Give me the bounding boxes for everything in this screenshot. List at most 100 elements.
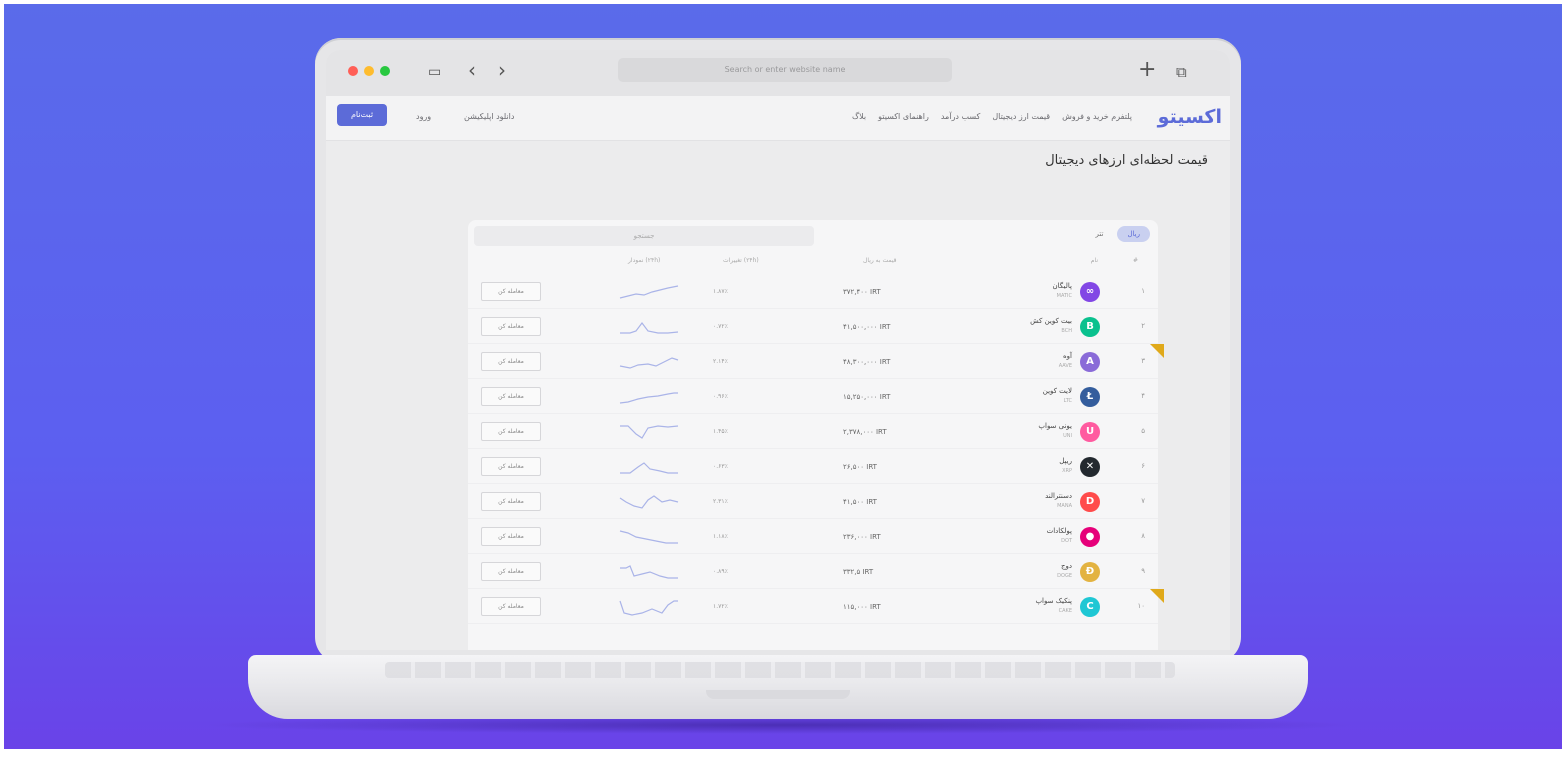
trade-button[interactable]: معامله کن <box>481 527 541 546</box>
site-logo[interactable]: اکسیتو <box>1158 106 1222 128</box>
trade-button[interactable]: معامله کن <box>481 597 541 616</box>
coin-name: لایت کوین <box>1042 387 1072 395</box>
sidebar-icon[interactable]: ▭ <box>428 60 441 84</box>
table-row[interactable]: ۳ A آوه AAVE ۴۸,۳۰۰,۰۰۰ IRT ۲.۱۴٪ معامله… <box>468 344 1164 379</box>
trade-button[interactable]: معامله کن <box>481 562 541 581</box>
trade-button[interactable]: معامله کن <box>481 422 541 441</box>
coin-logo-icon: Ð <box>1080 562 1100 582</box>
row-rank: ۷ <box>1141 497 1145 505</box>
nav-item-guide[interactable]: راهنمای اکسیتو <box>878 112 929 121</box>
coin-change: ۰.۶۳٪ <box>713 463 728 470</box>
coin-symbol: MANA <box>1057 503 1072 509</box>
featured-badge-icon <box>1150 344 1164 358</box>
table-row[interactable]: ۷ D دسنترالند MANA ۴۱,۵۰۰ IRT ۲.۳۱٪ معام… <box>468 486 1158 519</box>
table-row[interactable]: ۴ Ł لایت کوین LTC ۱۵,۲۵۰,۰۰۰ IRT ۰.۹۶٪ م… <box>468 381 1158 414</box>
coin-symbol: CAKE <box>1058 608 1072 614</box>
coin-change: ۱.۴۵٪ <box>713 428 728 435</box>
coin-change: ۱.۷۲٪ <box>713 603 728 610</box>
coin-logo-icon: C <box>1080 597 1100 617</box>
coin-symbol: LTC <box>1063 398 1072 404</box>
coin-price: ۲,۳۷۸,۰۰۰ IRT <box>843 428 887 436</box>
coin-symbol: XRP <box>1062 468 1072 474</box>
table-row[interactable]: ۱ ∞ پالیگان MATIC ۳۷۲,۴۰۰ IRT ۱.۸۷٪ معام… <box>468 276 1158 309</box>
coin-price: ۴۱,۵۰۰ IRT <box>843 498 877 506</box>
coin-logo-icon: U <box>1080 422 1100 442</box>
nav-item-blog[interactable]: بلاگ <box>852 112 866 121</box>
app-download-link[interactable]: دانلود اپلیکیشن <box>464 112 514 121</box>
table-row[interactable]: ۶ ✕ ریپل XRP ۲۶,۵۰۰ IRT ۰.۶۳٪ معامله کن <box>468 451 1158 484</box>
coin-symbol: DOT <box>1061 538 1072 544</box>
table-row[interactable]: ۲ B بیت کوین کش BCH ۴۱,۵۰۰,۰۰۰ IRT ۰.۷۲٪… <box>468 311 1158 344</box>
browser-window: ▭ ‹ › Search or enter website name + ⧉ ا… <box>326 50 1230 650</box>
row-rank: ۴ <box>1141 392 1145 400</box>
sparkline-chart <box>620 322 679 334</box>
nav-item-platform[interactable]: پلتفرم خرید و فروش <box>1062 112 1132 121</box>
trade-button[interactable]: معامله کن <box>481 457 541 476</box>
sparkline-chart <box>619 392 678 404</box>
coin-logo-icon: B <box>1080 317 1100 337</box>
forward-icon[interactable]: › <box>498 58 506 82</box>
tab-usdt[interactable]: تتر <box>1086 226 1114 242</box>
trade-button[interactable]: معامله کن <box>481 352 541 371</box>
coin-name: یونی سواپ <box>1038 422 1072 430</box>
header-chart: نمودار (۲۴h) <box>628 257 661 264</box>
row-rank: ۱ <box>1141 287 1145 295</box>
sparkline-chart <box>619 600 678 616</box>
tab-irr[interactable]: ریال <box>1117 226 1150 242</box>
table-header: # نام قیمت به ریال تغییرات (۲۴h) نمودار … <box>468 257 1158 269</box>
coin-symbol: BCH <box>1061 328 1072 334</box>
login-link[interactable]: ورود <box>416 112 431 121</box>
header-rank: # <box>1132 257 1138 264</box>
coin-logo-icon: ∞ <box>1080 282 1100 302</box>
sparkline-chart <box>619 530 678 544</box>
table-row[interactable]: ۱۰ C پنکیک سواپ CAKE ۱۱۵,۰۰۰ IRT ۱.۷۲٪ م… <box>468 589 1164 624</box>
coin-change: ۰.۸۹٪ <box>713 568 728 575</box>
price-table-card: تتر ریال جستجو # نام قیمت به ریال تغییرا… <box>468 220 1164 650</box>
row-rank: ۶ <box>1141 462 1145 470</box>
trade-button[interactable]: معامله کن <box>481 387 541 406</box>
coin-price: ۴۱,۵۰۰,۰۰۰ IRT <box>843 323 891 331</box>
table-row[interactable]: ۹ Ð دوج DOGE ۳۳۲,۵ IRT ۰.۸۹٪ معامله کن <box>468 556 1158 589</box>
coin-name: آوه <box>1063 352 1072 360</box>
coin-change: ۱.۸۷٪ <box>713 288 728 295</box>
signup-button[interactable]: ثبت‌نام <box>337 104 387 126</box>
page-title: قیمت لحظه‌ای ارزهای دیجیتال <box>1045 153 1208 168</box>
coin-symbol: AAVE <box>1058 363 1072 369</box>
coin-name: پالیگان <box>1052 282 1072 290</box>
coin-price: ۲۶,۵۰۰ IRT <box>843 463 877 471</box>
nav-item-earn[interactable]: کسب درآمد <box>941 112 980 121</box>
main-nav: پلتفرم خرید و فروش قیمت ارز دیجیتال کسب … <box>852 112 1132 121</box>
coin-name: پنکیک سواپ <box>1035 597 1072 605</box>
new-tab-icon[interactable]: + <box>1138 58 1156 82</box>
currency-tabs: تتر ریال <box>1086 226 1150 242</box>
coin-symbol: DOGE <box>1057 573 1072 579</box>
coin-price: ۳۷۲,۴۰۰ IRT <box>843 288 881 296</box>
trade-button[interactable]: معامله کن <box>481 317 541 336</box>
sparkline-chart <box>620 565 678 579</box>
sparkline-chart <box>620 425 679 439</box>
site-header: اکسیتو پلتفرم خرید و فروش قیمت ارز دیجیت… <box>326 96 1230 141</box>
coin-price: ۳۳۲,۵ IRT <box>843 568 874 576</box>
coin-change: ۲.۳۱٪ <box>713 498 728 505</box>
search-input[interactable]: جستجو <box>474 226 814 246</box>
row-rank: ۸ <box>1141 532 1145 540</box>
laptop-notch <box>706 690 850 699</box>
tabs-overview-icon[interactable]: ⧉ <box>1176 60 1187 84</box>
coin-change: ۰.۷۲٪ <box>713 323 728 330</box>
row-rank: ۵ <box>1141 427 1145 435</box>
featured-badge-icon <box>1150 589 1164 603</box>
table-row[interactable]: ۸ ● پولکادات DOT ۲۳۶,۰۰۰ IRT ۱.۱۸٪ معامل… <box>468 521 1158 554</box>
coin-change: ۲.۱۴٪ <box>713 358 728 365</box>
trade-button[interactable]: معامله کن <box>481 282 541 301</box>
table-row[interactable]: ۵ U یونی سواپ UNI ۲,۳۷۸,۰۰۰ IRT ۱.۴۵٪ مع… <box>468 416 1158 449</box>
coin-price: ۱۵,۲۵۰,۰۰۰ IRT <box>843 393 891 401</box>
back-icon[interactable]: ‹ <box>468 58 476 82</box>
trade-button[interactable]: معامله کن <box>481 492 541 511</box>
minimize-window-dot[interactable] <box>364 66 374 76</box>
coin-logo-icon: D <box>1080 492 1100 512</box>
coin-logo-icon: ● <box>1080 527 1100 547</box>
maximize-window-dot[interactable] <box>380 66 390 76</box>
nav-item-prices[interactable]: قیمت ارز دیجیتال <box>992 112 1050 121</box>
address-bar[interactable]: Search or enter website name <box>618 58 952 82</box>
close-window-dot[interactable] <box>348 66 358 76</box>
